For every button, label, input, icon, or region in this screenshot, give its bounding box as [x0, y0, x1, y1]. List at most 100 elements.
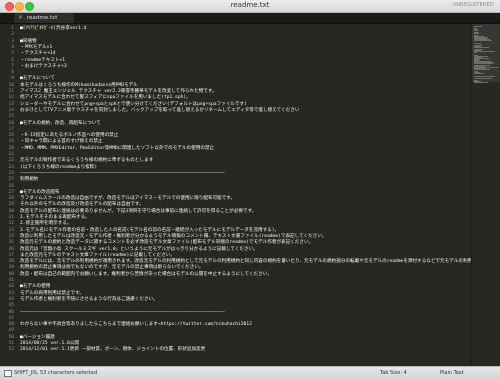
line-number: 37 [8, 252, 14, 258]
text-line[interactable]: ・PMXモデル×1 [20, 45, 52, 51]
close-tab-icon[interactable]: × [18, 13, 23, 23]
line-number: 33 [8, 227, 14, 233]
title-bar[interactable]: readme.txt UNREGISTERED [0, 0, 500, 13]
text-line[interactable]: それ以外のモデルの改造及び改造モデルの配布は自由です。 [20, 202, 144, 208]
line-number: 42 [8, 284, 14, 290]
text-line[interactable]: 本モデルはくろうち様作のMikumikudance用PMDモデル [20, 83, 138, 89]
text-line[interactable]: わからない事や不具合等ありましたらこちらまで連絡お願いします→https://t… [20, 322, 252, 328]
minimap-line [474, 73, 484, 75]
tab-size-selector[interactable]: Tab Size: 4 [380, 367, 407, 379]
text-line[interactable]: ・readmeテキスト×1 [20, 58, 65, 64]
text-line[interactable]: ■モデルの規約、改造、再配布について [20, 121, 101, 127]
text-line[interactable]: 改造元モデルの規約と改造データに関するコメントを必ず改造モデル文章ファイル(配布… [20, 240, 313, 246]
text-line[interactable]: 改造元は『音無小鳥 スクールミズギ ver1.0』というように元モデルがはっきり… [20, 247, 258, 253]
text-line[interactable]: 他アイマスモデルに合わせて髪スフィアにspaファイルを用いました(tp1.sph… [20, 95, 191, 101]
line-number: 29 [8, 202, 14, 208]
status-encoding-selection: SHIFT_JIS, 53 characters selected [14, 370, 98, 376]
minimap-line [474, 26, 482, 27]
minimap-line [474, 68, 490, 70]
line-number: 35 [8, 240, 14, 246]
line-number: 48 [8, 322, 14, 328]
text-line[interactable]: 改造・配布は自己の範囲内でお願いします。権利者から苦情があった場合はモデルの公開… [20, 272, 272, 278]
text-line[interactable]: 改造モデルの配布に連絡は必要ありませんが、下記3項目を守り場合は事前に連絡して許… [20, 209, 256, 215]
text-line[interactable]: ■同梱物 [20, 39, 37, 45]
line-number: 5 [11, 51, 14, 57]
text-line[interactable]: ■モデルの改造配布 [20, 190, 60, 196]
text-line[interactable]: 2014/12/01 ver.1.1更新 一部材質、ボーン、剛体、ジョイントの位… [20, 347, 205, 353]
minimap-line [474, 77, 492, 79]
text-line[interactable]: (以下くろうち様のreadmeより抜粋) [20, 165, 97, 171]
panel-toggle-icon[interactable] [4, 370, 12, 377]
text-line[interactable]: 改造に利用したモデルは改造元・モデル作者・権利者が分かるようモデル情報のコメント… [20, 234, 327, 240]
line-number: 45 [8, 303, 14, 309]
text-line[interactable]: 元モデルの製作者であるくろうち様の規約に準ずるものとします [20, 158, 153, 164]
text-line[interactable]: 2.修正箇所を明示する。 [20, 221, 71, 227]
unregistered-label: UNREGISTERED [452, 2, 494, 8]
line-number: 30 [8, 208, 14, 214]
line-number: 6 [11, 57, 14, 63]
line-number: 16 [8, 120, 14, 126]
minimap-line [474, 40, 492, 42]
text-line[interactable]: モデル作者と権利者を不快にさせるような行為はご遠慮ください。 [20, 297, 158, 303]
text-line[interactable]: ――――――――――――――――――――――――――――――――――――――――… [20, 310, 225, 316]
line-number: 43 [8, 290, 14, 296]
line-number: 3 [11, 38, 14, 44]
text-line[interactable]: シェーダーやモデルに合わせてpng+spaとsphとで使い分けてください(デフォ… [20, 102, 247, 108]
text-line[interactable]: 3.モデル名にモデル作者の名前・改造した人の名前(モデル名の前の名前・継続が入っ… [20, 228, 279, 234]
line-number: 22 [8, 158, 14, 164]
text-line[interactable]: ■モデルの使用 [20, 284, 50, 290]
line-number: 25 [8, 177, 14, 183]
line-number: 19 [8, 139, 14, 145]
status-bar: SHIFT_JIS, 53 characters selected Tab Si… [0, 366, 500, 379]
line-number: 23 [8, 164, 14, 170]
minimap-line [474, 32, 479, 34]
line-number: 40 [8, 271, 14, 277]
line-number: 24 [8, 170, 14, 176]
line-number: 31 [8, 215, 14, 220]
line-number: 44 [8, 296, 14, 302]
line-number: 11 [8, 89, 14, 94]
text-line[interactable]: ■バージョン履歴 [20, 335, 55, 341]
text-line[interactable]: モデルの商用利用は禁止です。 [20, 291, 84, 297]
editor-area[interactable]: 1 2 3 4 5 6 7 8 9 10 11 12 13 14 15 16 17 18 19 20 21 22 23 24 2… [0, 24, 500, 366]
line-number: 15 [8, 114, 14, 120]
tab-bar: × readme.txt [0, 13, 500, 24]
tab-readme[interactable]: × readme.txt [14, 13, 74, 23]
minimap-line [474, 52, 477, 54]
line-number: 46 [8, 309, 14, 315]
text-line[interactable]: 利用規約の禁止事項は他でもないのですが、元モデルの禁止事項は削らないでください。 [20, 265, 204, 271]
minimap-line [474, 82, 488, 84]
line-number: 26 [8, 183, 14, 189]
minimap-line [474, 46, 490, 48]
line-number: 38 [8, 259, 14, 265]
text-line[interactable]: 利用規約 [20, 177, 38, 183]
minimap[interactable] [471, 24, 500, 366]
line-number: 41 [8, 278, 14, 283]
text-line[interactable]: ・おまけテクスチャ×3 [20, 64, 67, 70]
line-number: 7 [11, 63, 14, 69]
text-line[interactable]: ■[ｸﾘｱﾗﾋﾟﾀﾁｶﾞｰﾙ]渋谷凛ver1.4 [20, 26, 86, 32]
line-number: 28 [8, 196, 14, 202]
line-number: 47 [8, 315, 14, 321]
line-number: 52 [8, 347, 14, 353]
text-line[interactable]: ■モデルについて [20, 76, 55, 82]
line-number: 10 [8, 82, 14, 88]
tab-label: readme.txt [27, 15, 58, 21]
minimap-line [474, 42, 481, 44]
syntax-selector[interactable]: Plain Text [440, 367, 464, 379]
line-number: 9 [11, 76, 14, 82]
text-line[interactable]: おまけとしてTVアニメ版テクスチャを同封しました。バックアップを取って差し替える… [20, 108, 299, 114]
text-line[interactable]: ・同キャラ間による首のすげ替えの禁止 [20, 139, 103, 145]
line-number: 14 [8, 107, 14, 113]
line-number: 2 [11, 32, 14, 38]
text-line[interactable]: ――――――――――――――――――――――――――――――――――――――――… [20, 171, 225, 177]
window-title: readme.txt [230, 1, 270, 9]
text-line[interactable]: ・MMD、MMM、PMXEditor、PmxEditor等MMDに関連したソフト… [20, 146, 214, 152]
text-line[interactable]: ・テクスチャ×14 [20, 51, 56, 57]
line-number: 12 [8, 95, 14, 101]
text-line[interactable]: また改造元モデルのテキスト文章ファイル(readme)に記載してください。 [20, 253, 175, 259]
line-number: 4 [11, 44, 14, 50]
line-number: 20 [8, 145, 14, 151]
line-number: 39 [8, 265, 14, 271]
line-number: 8 [11, 70, 14, 76]
